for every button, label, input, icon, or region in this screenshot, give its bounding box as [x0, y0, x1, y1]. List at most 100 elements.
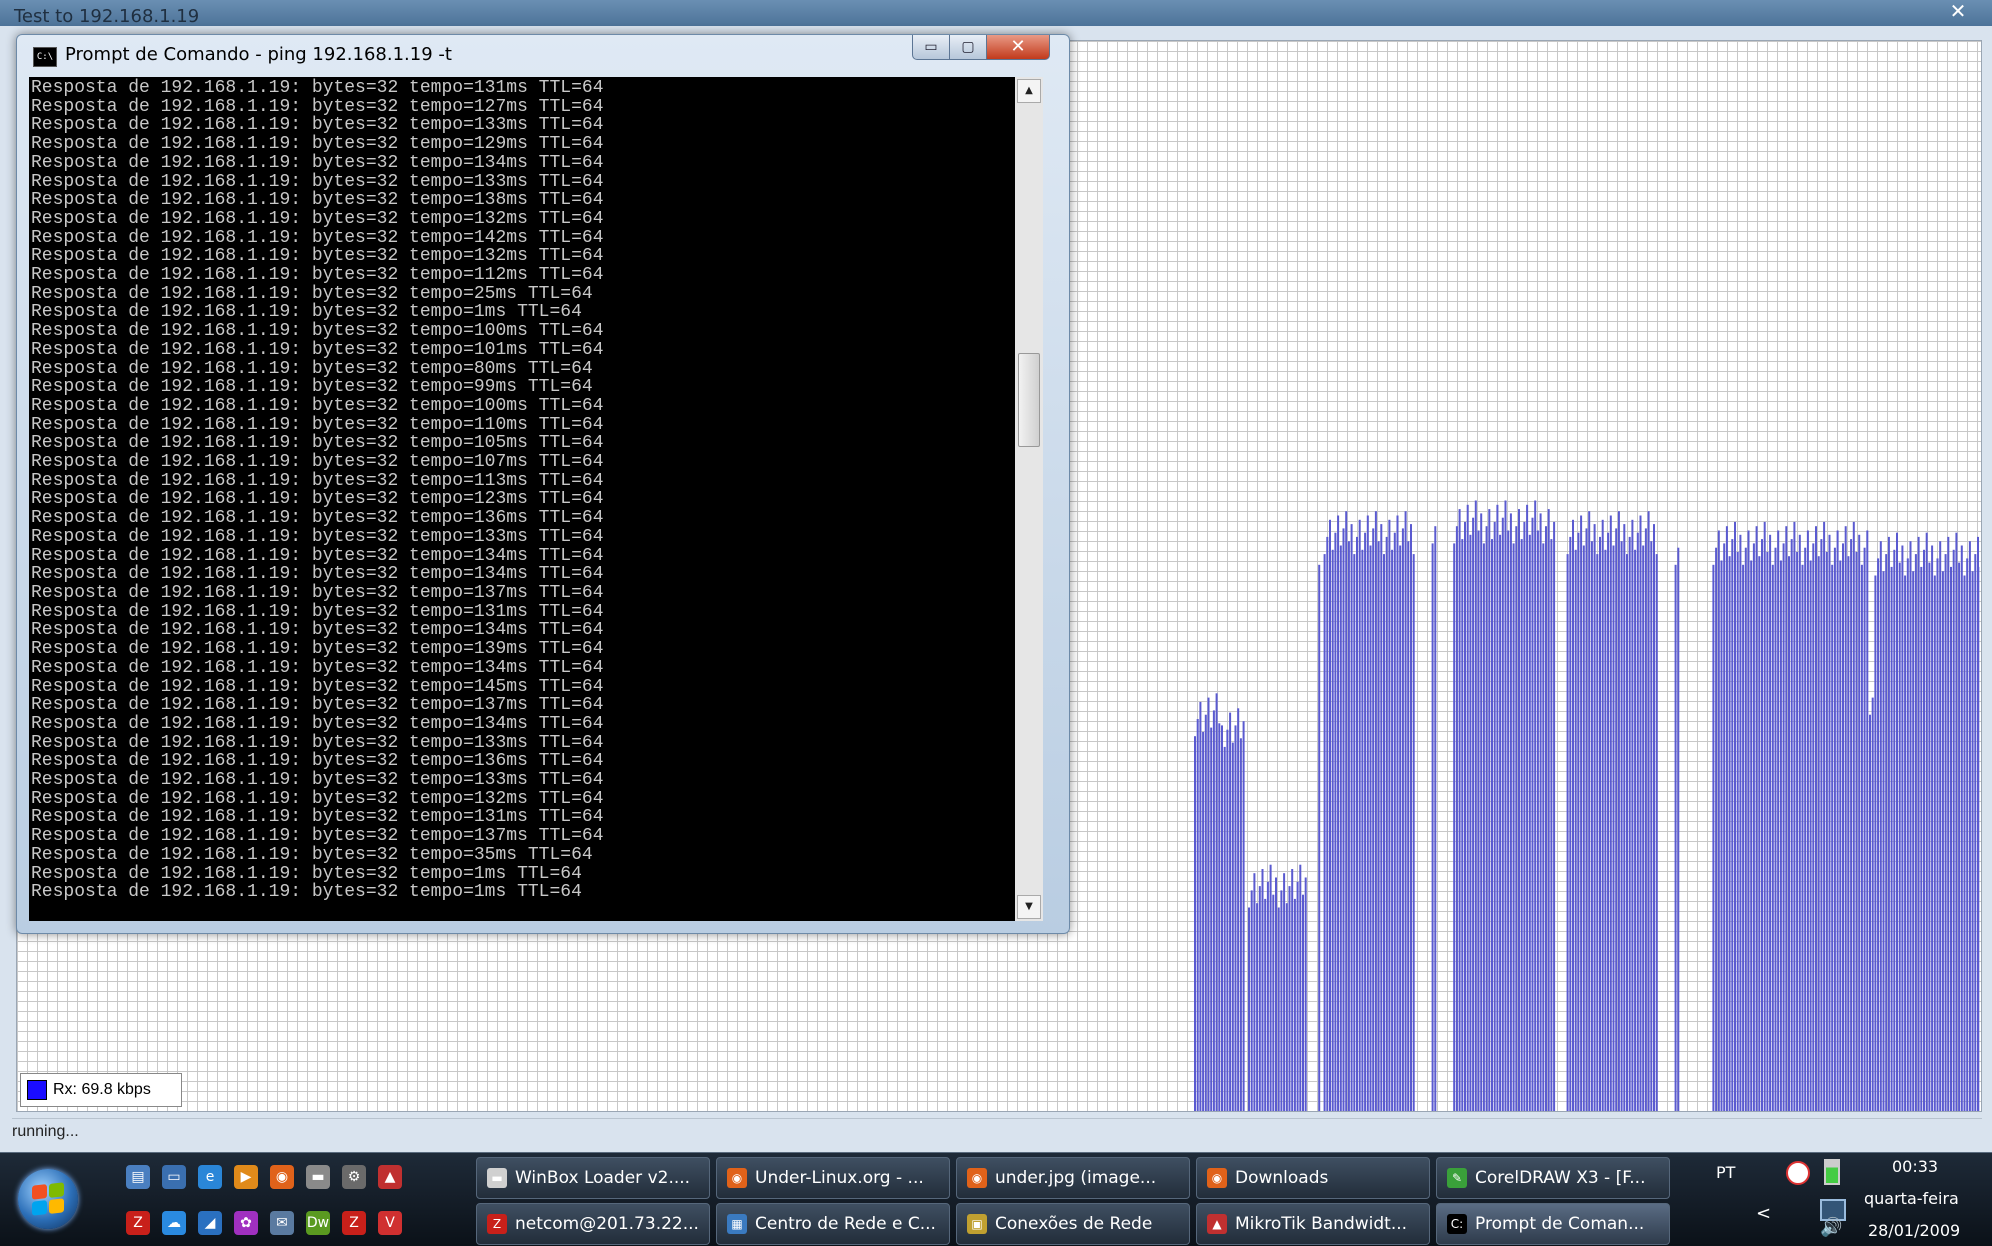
bandwidth-bar: [1850, 539, 1852, 1111]
network-icon[interactable]: ⚙: [342, 1165, 366, 1189]
taskbar-button[interactable]: ◉ Downloads: [1196, 1157, 1430, 1199]
bandwidth-bar: [1893, 550, 1895, 1111]
taskbar-button[interactable]: ✎CorelDRAW X3 - [F...: [1436, 1157, 1670, 1199]
cmd-app-icon[interactable]: C:\: [33, 47, 57, 67]
bandwidth-bar: [1305, 878, 1307, 1112]
bandwidth-bar: [1885, 554, 1887, 1111]
firefox-icon: ◉: [727, 1168, 747, 1188]
orb-icon[interactable]: ✿: [234, 1211, 258, 1235]
bandwidth-bar: [1297, 882, 1299, 1111]
bandwidth-bar: [1251, 890, 1253, 1111]
bandwidth-bar: [1483, 543, 1485, 1111]
bandwidth-bar: [1299, 865, 1301, 1111]
firefox-icon: ◉: [1207, 1168, 1227, 1188]
console-output[interactable]: Resposta de 192.168.1.19: bytes=32 tempo…: [29, 77, 1043, 921]
filezilla-icon[interactable]: Z: [126, 1211, 150, 1235]
bandwidth-bar: [1656, 554, 1658, 1111]
close-button[interactable]: ✕: [986, 35, 1050, 60]
cmd-titlebar[interactable]: C:\ Prompt de Comando - ping 192.168.1.1…: [17, 35, 1069, 75]
console-line: Resposta de 192.168.1.19: bytes=32 tempo…: [31, 98, 1031, 117]
language-indicator[interactable]: PT: [1716, 1163, 1735, 1182]
chart-icon[interactable]: ◢: [198, 1211, 222, 1235]
cmd-window-title: Prompt de Comando - ping 192.168.1.19 -t: [65, 44, 452, 65]
battery-icon[interactable]: [1824, 1159, 1840, 1185]
bandwidth-bar: [1515, 526, 1517, 1111]
close-button[interactable]: ✕: [1940, 0, 1976, 22]
bandwidth-bar: [1820, 539, 1822, 1111]
scroll-down-button[interactable]: ▼: [1017, 895, 1041, 919]
clock-date[interactable]: 28/01/2009: [1868, 1221, 1960, 1240]
console-line: Resposta de 192.168.1.19: bytes=32 tempo…: [31, 790, 1031, 809]
bandwidth-bar: [1253, 873, 1255, 1111]
firefox-icon[interactable]: ◉: [270, 1165, 294, 1189]
rx-legend-label: Rx: 69.8 kbps: [53, 1081, 151, 1099]
taskbar-button[interactable]: ▣Conexões de Rede: [956, 1203, 1190, 1245]
bandwidth-bar: [1208, 698, 1210, 1111]
taskbar-button-label: Centro de Rede e C...: [755, 1214, 936, 1234]
minimize-button[interactable]: ▭: [912, 35, 950, 60]
bandwidth-bar: [1329, 520, 1331, 1111]
maximize-button[interactable]: ▢: [949, 35, 987, 60]
vnc-icon[interactable]: V: [378, 1211, 402, 1235]
vertical-scrollbar[interactable]: ▲ ▼: [1015, 77, 1043, 921]
console-line: Resposta de 192.168.1.19: bytes=32 tempo…: [31, 191, 1031, 210]
window-icon[interactable]: ▬: [306, 1165, 330, 1189]
start-button[interactable]: [18, 1169, 78, 1229]
console-line: Resposta de 192.168.1.19: bytes=32 tempo…: [31, 659, 1031, 678]
taskbar-button[interactable]: ◉under.jpg (image...: [956, 1157, 1190, 1199]
filezilla-icon[interactable]: Z: [342, 1211, 366, 1235]
bandwidth-bar: [1264, 899, 1266, 1111]
clock-weekday[interactable]: quarta-feira: [1864, 1189, 1959, 1208]
security-shield-icon[interactable]: [1786, 1161, 1810, 1185]
bandwidth-bar: [1939, 541, 1941, 1111]
taskbar-button[interactable]: Znetcom@201.73.22...: [476, 1203, 710, 1245]
bandwidth-bar: [1216, 693, 1218, 1111]
dreamweaver-icon[interactable]: Dw: [306, 1211, 330, 1235]
media-player-icon[interactable]: ▶: [234, 1165, 258, 1189]
bandwidth-bar: [1969, 541, 1971, 1111]
bandwidth-bar: [1812, 543, 1814, 1111]
bandwidth-bar: [1834, 548, 1836, 1111]
mail-icon[interactable]: ✉: [270, 1211, 294, 1235]
bandwidth-bar: [1942, 571, 1944, 1111]
tray-expand-chevron[interactable]: <: [1756, 1203, 1771, 1224]
internet-explorer-icon[interactable]: e: [198, 1165, 222, 1189]
console-line: Resposta de 192.168.1.19: bytes=32 tempo…: [31, 547, 1031, 566]
taskbar-button[interactable]: ◉Under-Linux.org - ...: [716, 1157, 950, 1199]
bandwidth-bar: [1756, 526, 1758, 1111]
bandwidth-bar: [1891, 567, 1893, 1111]
scroll-thumb[interactable]: [1018, 353, 1040, 447]
taskbar-button[interactable]: ▲MikroTik Bandwidt...: [1196, 1203, 1430, 1245]
console-line: Resposta de 192.168.1.19: bytes=32 tempo…: [31, 79, 1031, 98]
bandwidth-bar: [1928, 563, 1930, 1111]
bandwidth-bar: [1380, 524, 1382, 1111]
scroll-up-button[interactable]: ▲: [1017, 79, 1041, 103]
command-prompt-window[interactable]: C:\ Prompt de Comando - ping 192.168.1.1…: [16, 34, 1070, 934]
bandwidth-bar: [1918, 537, 1920, 1111]
volume-icon[interactable]: 🔊: [1820, 1217, 1842, 1238]
filezilla-icon: Z: [487, 1214, 507, 1234]
bandwidth-bar: [1378, 541, 1380, 1111]
bandwidth-bar: [1280, 890, 1282, 1111]
taskbar-button[interactable]: ▬WinBox Loader v2....: [476, 1157, 710, 1199]
taskbar-button[interactable]: ▦Centro de Rede e C...: [716, 1203, 950, 1245]
bandwidth-bar: [1575, 550, 1577, 1111]
bandwidth-bar: [1224, 747, 1226, 1111]
clock-time[interactable]: 00:33: [1892, 1157, 1938, 1176]
mikrotik-icon[interactable]: ▲: [378, 1165, 402, 1189]
console-line: Resposta de 192.168.1.19: bytes=32 tempo…: [31, 678, 1031, 697]
cloud-icon[interactable]: ☁: [162, 1211, 186, 1235]
console-line: Resposta de 192.168.1.19: bytes=32 tempo…: [31, 640, 1031, 659]
bandwidth-bar: [1507, 531, 1509, 1112]
show-desktop-icon[interactable]: ▤: [126, 1165, 150, 1189]
bandwidth-bar: [1758, 556, 1760, 1111]
bandwidth-bar: [1847, 556, 1849, 1111]
monitor-icon[interactable]: ▭: [162, 1165, 186, 1189]
bandwidth-bar: [1283, 873, 1285, 1111]
taskbar-button-label: Downloads: [1235, 1168, 1328, 1188]
console-line: Resposta de 192.168.1.19: bytes=32 tempo…: [31, 453, 1031, 472]
bandwidth-bar: [1407, 541, 1409, 1111]
taskbar-button[interactable]: C:Prompt de Coman...: [1436, 1203, 1670, 1245]
bandwidth-bar: [1888, 537, 1890, 1111]
bandwidth-bar: [1626, 554, 1628, 1111]
